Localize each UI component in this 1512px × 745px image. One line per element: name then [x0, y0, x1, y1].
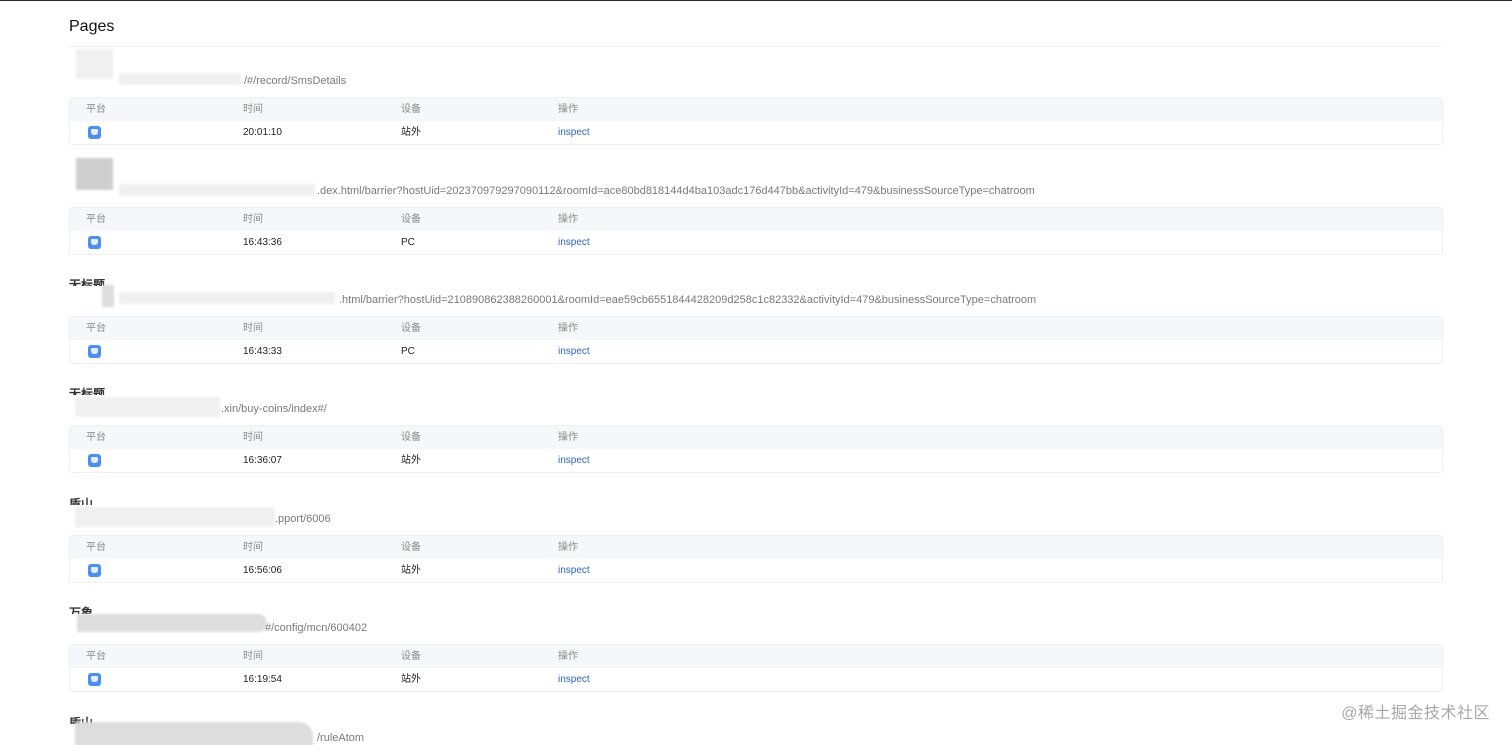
table-row: 20:01:10 站外 inspect [70, 121, 1442, 145]
page-table: 平台 时间 设备 操作 16:56:06 站外 inspect [69, 535, 1443, 583]
header-device: 设备 [401, 323, 421, 334]
page-table: 平台 时间 设备 操作 16:43:36 PC inspect [69, 207, 1443, 255]
browser-icon [88, 673, 101, 686]
header-action: 操作 [558, 104, 578, 115]
page-title: Pages [69, 18, 115, 35]
redacted-favicon [102, 285, 114, 307]
table-header: 平台 时间 设备 操作 [70, 208, 1442, 231]
header-time: 时间 [243, 542, 263, 553]
redacted-favicon [76, 158, 113, 190]
cell-time: 16:43:36 [243, 237, 282, 248]
cell-device: 站外 [401, 565, 421, 576]
header-platform: 平台 [86, 432, 106, 443]
page-table: 平台 时间 设备 操作 16:36:07 站外 inspect [69, 425, 1443, 473]
cell-device: 站外 [401, 127, 421, 138]
cell-device: 站外 [401, 455, 421, 466]
table-header: 平台 时间 设备 操作 [70, 645, 1442, 668]
devtools-pages-view: Pages /#/record/SmsDetails 平台 时间 设备 操作 2… [0, 0, 1512, 745]
table-row: 16:19:54 站外 inspect [70, 668, 1442, 692]
redacted-url [77, 614, 267, 632]
cell-device: PC [401, 237, 415, 248]
inspect-link[interactable]: inspect [558, 340, 590, 364]
table-header: 平台 时间 设备 操作 [70, 536, 1442, 559]
page-table: 平台 时间 设备 操作 16:19:54 站外 inspect [69, 644, 1443, 692]
table-row: 16:36:07 站外 inspect [70, 449, 1442, 473]
table-header: 平台 时间 设备 操作 [70, 98, 1442, 121]
header-device: 设备 [401, 432, 421, 443]
title-divider [69, 46, 1441, 47]
header-device: 设备 [401, 542, 421, 553]
page-entry-title: 无标题 [69, 387, 106, 395]
inspect-link[interactable]: inspect [558, 231, 590, 255]
redacted-url [75, 507, 275, 527]
redacted-favicon [76, 49, 113, 79]
cell-time: 20:01:10 [243, 127, 282, 138]
cell-time: 16:19:54 [243, 674, 282, 685]
redacted-url [75, 397, 220, 417]
header-action: 操作 [558, 651, 578, 662]
page-url[interactable]: .html/barrier?hostUid=210890862388260001… [339, 293, 1036, 307]
header-time: 时间 [243, 214, 263, 225]
page-url[interactable]: /ruleAtom [317, 731, 364, 745]
redacted-url [119, 73, 241, 85]
inspect-link[interactable]: inspect [558, 121, 590, 145]
page-entry-title: 万象 [69, 606, 94, 614]
watermark: @稀土掘金技术社区 [1341, 705, 1490, 722]
page-url[interactable]: /#/record/SmsDetails [244, 74, 346, 88]
redacted-url [75, 722, 313, 745]
header-platform: 平台 [86, 542, 106, 553]
header-platform: 平台 [86, 323, 106, 334]
page-entry-title: 盾山 [69, 497, 94, 505]
page-url[interactable]: .pport/6006 [275, 512, 331, 526]
page-table: 平台 时间 设备 操作 16:43:33 PC inspect [69, 316, 1443, 364]
header-action: 操作 [558, 432, 578, 443]
table-row: 16:43:36 PC inspect [70, 231, 1442, 255]
header-action: 操作 [558, 214, 578, 225]
browser-icon [88, 236, 101, 249]
cell-device: PC [401, 346, 415, 357]
table-header: 平台 时间 设备 操作 [70, 426, 1442, 449]
header-device: 设备 [401, 651, 421, 662]
cell-time: 16:36:07 [243, 455, 282, 466]
header-action: 操作 [558, 542, 578, 553]
browser-icon [88, 564, 101, 577]
page-entry-title: 无标题 [69, 278, 106, 286]
browser-icon [88, 126, 101, 139]
page-url[interactable]: #/config/mcn/600402 [265, 621, 367, 635]
header-time: 时间 [243, 432, 263, 443]
page-url[interactable]: .xin/buy-coins/index#/ [221, 402, 327, 416]
page-url[interactable]: .dex.html/barrier?hostUid=20237097929709… [317, 184, 1035, 198]
table-header: 平台 时间 设备 操作 [70, 317, 1442, 340]
inspect-link[interactable]: inspect [558, 559, 590, 583]
header-platform: 平台 [86, 651, 106, 662]
header-device: 设备 [401, 214, 421, 225]
browser-icon [88, 345, 101, 358]
table-row: 16:56:06 站外 inspect [70, 559, 1442, 583]
redacted-url [119, 292, 335, 304]
header-time: 时间 [243, 323, 263, 334]
header-device: 设备 [401, 104, 421, 115]
header-time: 时间 [243, 651, 263, 662]
redacted-url [119, 184, 315, 196]
cell-device: 站外 [401, 674, 421, 685]
header-platform: 平台 [86, 104, 106, 115]
header-action: 操作 [558, 323, 578, 334]
cell-time: 16:56:06 [243, 565, 282, 576]
browser-icon [88, 454, 101, 467]
inspect-link[interactable]: inspect [558, 668, 590, 692]
header-platform: 平台 [86, 214, 106, 225]
table-row: 16:43:33 PC inspect [70, 340, 1442, 364]
inspect-link[interactable]: inspect [558, 449, 590, 473]
header-time: 时间 [243, 104, 263, 115]
page-table: 平台 时间 设备 操作 20:01:10 站外 inspect [69, 97, 1443, 145]
cell-time: 16:43:33 [243, 346, 282, 357]
